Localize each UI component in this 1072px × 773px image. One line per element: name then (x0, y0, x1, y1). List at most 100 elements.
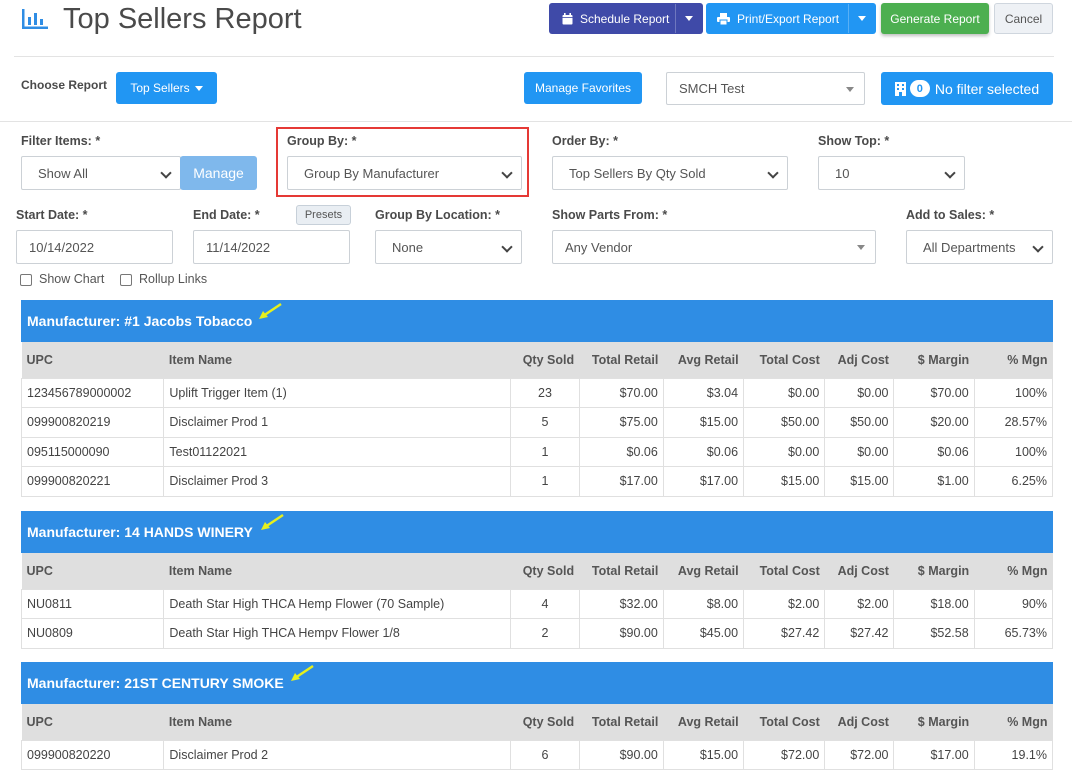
column-header[interactable]: Total Cost (743, 553, 825, 589)
manage-favorites-label: Manage Favorites (534, 81, 632, 95)
table-row[interactable]: NU0811 Death Star High THCA Hemp Flower (… (20, 588, 1054, 619)
column-header[interactable]: Adj Cost (824, 704, 894, 740)
column-header[interactable]: Item Name (163, 342, 511, 378)
table-cell: $2.00 (824, 588, 895, 619)
table-row[interactable]: 099900820220 Disclaimer Prod 2 6 $90.00 $15.… (20, 739, 1054, 770)
table-cell: $17.00 (578, 466, 664, 497)
table-cell: Disclaimer Prod 2 (163, 739, 512, 770)
column-header[interactable]: UPC (21, 553, 164, 589)
column-header[interactable]: % Mgn (974, 342, 1053, 378)
add-sales-select[interactable]: All Departments (906, 230, 1053, 264)
table-cell: $27.42 (743, 618, 826, 649)
table-cell: 099900820221 (20, 466, 165, 497)
column-header[interactable]: Total Retail (579, 553, 664, 589)
group-title: Manufacturer: 14 HANDS WINERY (27, 524, 253, 540)
column-header[interactable]: Total Cost (743, 342, 825, 378)
manage-filter-button[interactable]: Manage (180, 156, 257, 190)
generate-report-button[interactable]: Generate Report (881, 3, 989, 34)
table-cell: $50.00 (743, 407, 826, 438)
column-header[interactable]: % Mgn (974, 553, 1053, 589)
print-dropdown-toggle[interactable] (848, 4, 875, 33)
manufacturer-group: Manufacturer: 21ST CENTURY SMOKE UPC Item … (20, 662, 1054, 770)
print-export-button[interactable]: Print/Export Report (706, 3, 876, 34)
table-cell: 65.73% (973, 618, 1054, 649)
group-location-select[interactable]: None (375, 230, 522, 264)
column-header[interactable]: Total Retail (579, 704, 664, 740)
end-date-label: End Date: * (193, 208, 260, 222)
filter-items-select[interactable]: Show All (21, 156, 181, 190)
filter-selection-button[interactable]: 0 No filter selected (881, 72, 1053, 105)
column-header[interactable]: Qty Sold (510, 342, 580, 378)
column-header[interactable]: Total Retail (579, 342, 664, 378)
table-cell: $72.00 (824, 739, 895, 770)
column-header[interactable]: % Mgn (974, 704, 1053, 740)
caret-down-icon (194, 85, 203, 91)
rollup-links-checkbox[interactable] (120, 274, 132, 286)
column-header[interactable]: Avg Retail (663, 704, 744, 740)
column-header[interactable]: Qty Sold (510, 553, 580, 589)
add-sales-value: All Departments (923, 239, 1016, 255)
table-cell: $2.00 (743, 588, 826, 619)
annotation-arrow-icon (261, 513, 284, 530)
dropdown-arrow-icon (846, 87, 854, 92)
schedule-report-button[interactable]: Schedule Report (549, 3, 703, 34)
manage-favorites-button[interactable]: Manage Favorites (524, 72, 642, 104)
column-header[interactable]: $ Margin (893, 342, 975, 378)
column-header[interactable]: Item Name (163, 704, 511, 740)
table-row[interactable]: 099900820219 Disclaimer Prod 1 5 $75.00 $15.… (20, 407, 1054, 438)
show-top-label: Show Top: * (818, 134, 890, 148)
table-cell: $70.00 (578, 377, 664, 408)
end-date-input[interactable]: 11/14/2022 (193, 230, 350, 264)
column-header[interactable]: Adj Cost (824, 553, 894, 589)
group-by-select[interactable]: Group By Manufacturer (287, 156, 522, 190)
column-header[interactable]: Avg Retail (663, 342, 744, 378)
table-row[interactable]: 099900820221 Disclaimer Prod 3 1 $17.00 $17.… (20, 466, 1054, 497)
presets-button[interactable]: Presets (296, 205, 351, 225)
report-type-dropdown[interactable]: Top Sellers (116, 72, 217, 104)
order-by-select[interactable]: Top Sellers By Qty Sold (552, 156, 788, 190)
column-header[interactable]: $ Margin (893, 553, 975, 589)
table-row[interactable]: 123456789000002 Uplift Trigger Item (1) 23… (20, 377, 1054, 408)
manufacturer-group: Manufacturer: #1 Jacobs Tobacco UPC Item N… (20, 300, 1054, 497)
column-header[interactable]: UPC (21, 704, 164, 740)
column-header[interactable]: $ Margin (893, 704, 975, 740)
table-cell: $3.04 (662, 377, 745, 408)
chevron-down-icon (1032, 241, 1044, 253)
annotation-arrow-icon (259, 302, 282, 319)
column-header[interactable]: UPC (21, 342, 164, 378)
show-chart-label: Show Chart (39, 272, 105, 286)
show-chart-checkbox[interactable] (20, 274, 32, 286)
rollup-links-label: Rollup Links (139, 272, 208, 286)
table-cell: $52.58 (893, 618, 975, 649)
store-select[interactable]: SMCH Test (666, 72, 865, 105)
table-cell: $15.00 (662, 739, 745, 770)
store-value: SMCH Test (679, 81, 745, 96)
parts-from-select[interactable]: Any Vendor (552, 230, 876, 264)
table-cell: Disclaimer Prod 3 (163, 466, 512, 497)
column-header[interactable]: Total Cost (743, 704, 825, 740)
divider (0, 121, 1072, 122)
show-top-select[interactable]: 10 (818, 156, 965, 190)
column-header[interactable]: Item Name (163, 553, 511, 589)
start-date-input[interactable]: 10/14/2022 (16, 230, 173, 264)
table-cell: $45.00 (662, 618, 745, 649)
table-cell: $0.00 (743, 436, 826, 467)
table-row[interactable]: 095115000090 Test01122021 1 $0.06 $0.06 $0.00… (20, 436, 1054, 467)
filter-items-value: Show All (38, 165, 88, 181)
table-cell: $20.00 (893, 407, 975, 438)
table-cell: $15.00 (662, 407, 745, 438)
table-row[interactable]: NU0809 Death Star High THCA Hempv Flower … (20, 618, 1054, 649)
cancel-button[interactable]: Cancel (994, 3, 1053, 34)
table-cell: 28.57% (973, 407, 1054, 438)
table-cell: Death Star High THCA Hemp Flower (70 Sam… (163, 588, 512, 619)
filter-count-badge: 0 (909, 80, 930, 97)
table-cell: 099900820219 (20, 407, 165, 438)
table-cell: $0.00 (824, 377, 895, 408)
schedule-dropdown-toggle[interactable] (675, 4, 702, 33)
column-header[interactable]: Qty Sold (510, 704, 580, 740)
column-header[interactable]: Avg Retail (663, 553, 744, 589)
column-header[interactable]: Adj Cost (824, 342, 894, 378)
group-by-label: Group By: * (287, 134, 357, 148)
group-location-value: None (392, 239, 424, 255)
table-cell: 100% (973, 436, 1054, 467)
